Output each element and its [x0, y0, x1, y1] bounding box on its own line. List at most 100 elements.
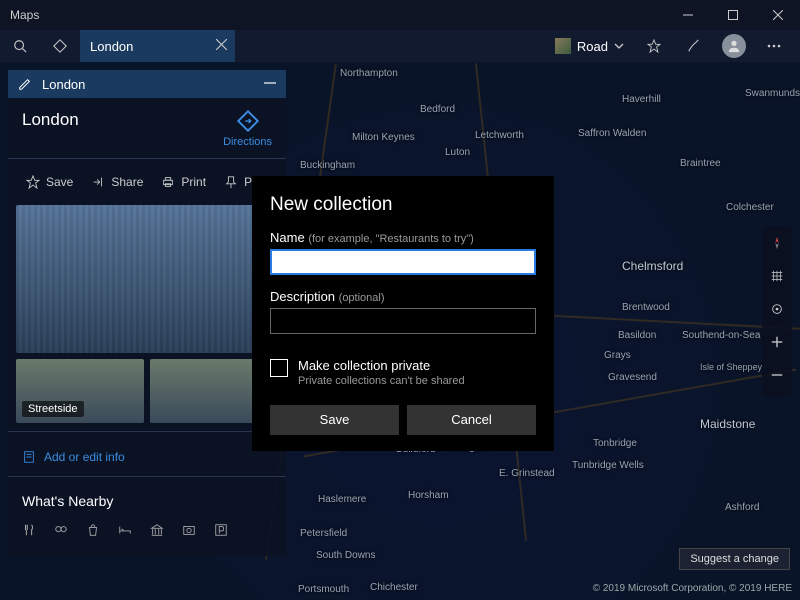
restaurants-icon[interactable]	[22, 523, 36, 542]
map-controls	[762, 226, 792, 397]
map-label: Southend-on-Sea	[682, 330, 760, 341]
ink-button[interactable]	[674, 30, 714, 62]
map-label: Haverhill	[622, 94, 661, 105]
attractions-icon[interactable]	[54, 523, 68, 542]
account-button[interactable]	[714, 30, 754, 62]
map-label: Swanmunds	[745, 88, 800, 99]
attribution-text: © 2019 Microsoft Corporation, © 2019 HER…	[593, 583, 792, 594]
maximize-button[interactable]	[710, 0, 755, 30]
close-tab-button[interactable]	[216, 38, 227, 53]
map-label: Gravesend	[608, 372, 657, 383]
map-label: Petersfield	[300, 528, 347, 539]
private-checkbox[interactable]	[270, 359, 288, 377]
close-icon	[216, 39, 227, 50]
dialog-title: New collection	[270, 194, 536, 216]
titlebar: Maps	[0, 0, 800, 30]
map-label: Tunbridge Wells	[572, 460, 644, 471]
panel-header[interactable]: London	[8, 70, 286, 98]
saved-places-button[interactable]	[634, 30, 674, 62]
location-panel: London London Directions Save Share Prin…	[8, 70, 286, 556]
save-action[interactable]: Save	[18, 171, 81, 193]
parking-icon[interactable]	[214, 523, 228, 542]
map-label: Bedford	[420, 104, 455, 115]
divider	[8, 158, 286, 159]
add-edit-label: Add or edit info	[44, 450, 125, 464]
search-icon	[13, 39, 27, 53]
compass-icon	[770, 236, 784, 250]
panel-minimize-button[interactable]	[264, 77, 276, 92]
streetside-badge: Streetside	[22, 401, 84, 417]
shopping-icon[interactable]	[86, 523, 100, 542]
map-label: Isle of Sheppey	[700, 362, 762, 372]
tilt-button[interactable]	[770, 269, 784, 288]
map-label: Buckingham	[300, 160, 355, 171]
map-label: Colchester	[726, 202, 774, 213]
map-style-button[interactable]: Road	[545, 30, 634, 62]
map-label: E. Grinstead	[499, 468, 555, 479]
name-field-label: Name (for example, "Restaurants to try")	[270, 230, 536, 245]
description-input[interactable]	[270, 308, 536, 334]
map-label: Basildon	[618, 330, 656, 341]
search-tab[interactable]: London	[80, 30, 235, 62]
print-icon	[161, 175, 175, 189]
banks-icon[interactable]	[150, 523, 164, 542]
directions-toolbar-button[interactable]	[40, 30, 80, 62]
directions-button[interactable]: Directions	[223, 110, 272, 148]
hotels-icon[interactable]	[118, 523, 132, 542]
action-row: Save Share Print Pin	[8, 165, 286, 199]
description-field-label: Description (optional)	[270, 289, 536, 304]
pen-icon	[687, 39, 701, 53]
directions-label: Directions	[223, 136, 272, 148]
map-label: Grays	[604, 350, 631, 361]
map-label: Horsham	[408, 490, 449, 501]
map-label: South Downs	[316, 550, 375, 561]
more-button[interactable]	[754, 30, 794, 62]
search-button[interactable]	[0, 30, 40, 62]
dialog-save-button[interactable]: Save	[270, 405, 399, 435]
app-title: Maps	[10, 8, 39, 22]
top-toolbar: London Road	[0, 30, 800, 62]
map-label: Maidstone	[700, 417, 755, 431]
road-swatch-icon	[555, 38, 571, 54]
hero-photo[interactable]	[16, 205, 278, 353]
diamond-icon	[53, 39, 67, 53]
new-collection-dialog: New collection Name (for example, "Resta…	[252, 176, 554, 451]
pin-icon	[224, 175, 238, 189]
suggest-change-button[interactable]: Suggest a change	[679, 548, 790, 570]
locate-button[interactable]	[770, 302, 784, 321]
private-sublabel: Private collections can't be shared	[298, 375, 465, 387]
map-label: Luton	[445, 147, 470, 158]
map-label: Chelmsford	[622, 259, 683, 273]
add-edit-info-button[interactable]: Add or edit info	[8, 438, 286, 476]
share-icon	[91, 175, 105, 189]
minus-icon	[770, 368, 784, 382]
map-label: Letchworth	[475, 130, 524, 141]
map-label: Ashford	[725, 502, 759, 513]
divider	[8, 476, 286, 477]
map-label: Haslemere	[318, 494, 366, 505]
star-icon	[26, 175, 40, 189]
pencil-icon	[18, 77, 32, 91]
map-label: Milton Keynes	[352, 132, 415, 143]
close-button[interactable]	[755, 0, 800, 30]
map-label: Saffron Walden	[578, 128, 646, 139]
photo-icon[interactable]	[182, 523, 196, 542]
minimize-button[interactable]	[665, 0, 710, 30]
minimize-icon	[264, 77, 276, 89]
panel-header-label: London	[42, 77, 85, 92]
ellipsis-icon	[767, 44, 781, 48]
dialog-cancel-button[interactable]: Cancel	[407, 405, 536, 435]
map-label: Chichester	[370, 582, 418, 593]
streetside-photo[interactable]: Streetside	[16, 359, 144, 423]
divider	[8, 431, 286, 432]
share-action[interactable]: Share	[83, 171, 151, 193]
zoom-in-button[interactable]	[770, 335, 784, 354]
grid-icon	[770, 269, 784, 283]
star-icon	[647, 39, 661, 53]
zoom-out-button[interactable]	[770, 368, 784, 387]
private-label: Make collection private	[298, 358, 465, 375]
print-action[interactable]: Print	[153, 171, 214, 193]
name-input[interactable]	[270, 249, 536, 275]
rotate-button[interactable]	[770, 236, 784, 255]
locate-icon	[770, 302, 784, 316]
